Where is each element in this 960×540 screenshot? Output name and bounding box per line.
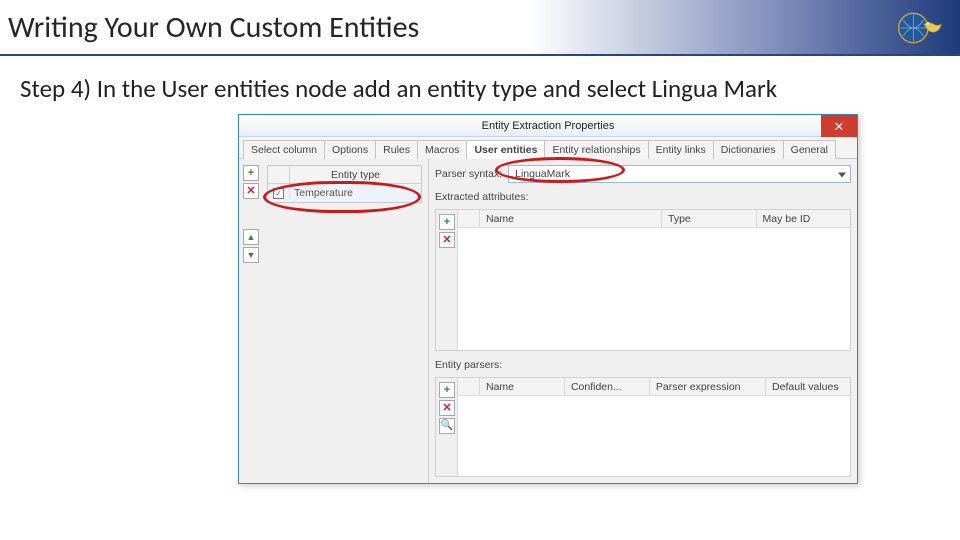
slide-title: Writing Your Own Custom Entities [8, 9, 419, 46]
move-down-button[interactable]: ▼ [243, 247, 259, 263]
tab-rules[interactable]: Rules [375, 140, 418, 159]
entity-type-table: Entity type ✓ Temperature [267, 165, 422, 203]
remove-entity-type-button[interactable]: ✕ [243, 183, 259, 199]
tab-entity-relationships[interactable]: Entity relationships [544, 140, 648, 159]
tab-entity-links[interactable]: Entity links [648, 140, 714, 159]
close-icon: ✕ [834, 120, 845, 133]
row-checkbox[interactable]: ✓ [273, 188, 284, 199]
close-button[interactable]: ✕ [821, 115, 857, 137]
parsers-grid-header: Name Confiden... Parser expression Defau… [458, 378, 850, 396]
extracted-attributes-label: Extracted attributes: [435, 191, 851, 203]
body-area: Step 4) In the User entities node add an… [0, 56, 960, 104]
arrow-down-icon: ▼ [247, 251, 256, 260]
right-panel: Parser syntax: LinguaMark Extracted attr… [429, 159, 857, 483]
remove-icon: ✕ [442, 235, 451, 246]
tab-label: Options [332, 144, 368, 156]
table-row[interactable]: ✓ Temperature [268, 184, 421, 202]
dialog-content: + ✕ ▲ ▼ Entity type ✓ Temperature [239, 159, 857, 483]
plus-icon: + [444, 217, 450, 228]
attr-col-type: Type [662, 210, 757, 227]
tab-label: Entity relationships [552, 144, 640, 156]
attr-col-blank [458, 210, 480, 227]
arrow-up-icon: ▲ [247, 233, 256, 242]
tab-label: Select column [251, 144, 317, 156]
step-text: Step 4) In the User entities node add an… [20, 74, 940, 104]
remove-parser-button[interactable]: ✕ [439, 400, 455, 416]
tab-label: General [791, 144, 828, 156]
magnify-icon: 🔍 [441, 421, 453, 431]
tab-label: User entities [474, 144, 537, 156]
attribute-button-column: + ✕ [436, 210, 458, 350]
parser-col-expression: Parser expression [650, 378, 766, 395]
parsers-grid: Name Confiden... Parser expression Defau… [458, 378, 850, 476]
parser-syntax-dropdown[interactable]: LinguaMark [508, 165, 851, 183]
remove-icon: ✕ [442, 403, 451, 414]
move-up-button[interactable]: ▲ [243, 229, 259, 245]
entity-parsers-panel: + ✕ 🔍 Name Confiden... Parser expression… [435, 377, 851, 477]
parser-syntax-value: LinguaMark [515, 168, 570, 180]
row-checkbox-cell: ✓ [268, 188, 290, 199]
entity-type-button-column: + ✕ ▲ ▼ [243, 165, 261, 263]
dialog-titlebar: Entity Extraction Properties ✕ [239, 115, 857, 137]
plus-icon: + [248, 168, 254, 179]
remove-attribute-button[interactable]: ✕ [439, 232, 455, 248]
checkbox-column-header [268, 166, 290, 183]
plus-icon: + [444, 385, 450, 396]
parsers-grid-body[interactable] [458, 396, 850, 476]
entity-type-column-header: Entity type [290, 166, 421, 183]
attr-col-name: Name [480, 210, 662, 227]
parser-col-defaults: Default values [766, 378, 850, 395]
parser-syntax-row: Parser syntax: LinguaMark [435, 165, 851, 183]
logo [890, 6, 950, 50]
tab-options[interactable]: Options [324, 140, 376, 159]
entity-extraction-dialog: Entity Extraction Properties ✕ Select co… [238, 114, 858, 484]
extracted-attributes-panel: + ✕ Name Type May be ID [435, 209, 851, 351]
attributes-grid-body[interactable] [458, 228, 850, 350]
tab-macros[interactable]: Macros [417, 140, 467, 159]
tab-user-entities[interactable]: User entities [466, 140, 545, 159]
tab-label: Rules [383, 144, 410, 156]
add-entity-type-button[interactable]: + [243, 165, 259, 181]
parser-col-blank [458, 378, 480, 395]
parser-syntax-label: Parser syntax: [435, 168, 502, 180]
inspect-parser-button[interactable]: 🔍 [439, 418, 455, 434]
parser-button-column: + ✕ 🔍 [436, 378, 458, 476]
tab-dictionaries[interactable]: Dictionaries [713, 140, 784, 159]
attributes-grid-header: Name Type May be ID [458, 210, 850, 228]
parser-col-confidence: Confiden... [565, 378, 650, 395]
entity-type-panel: + ✕ ▲ ▼ Entity type ✓ Temperature [239, 159, 429, 483]
dialog-title: Entity Extraction Properties [482, 120, 615, 132]
add-attribute-button[interactable]: + [439, 214, 455, 230]
remove-icon: ✕ [246, 186, 255, 197]
entity-type-name: Temperature [290, 187, 421, 199]
tab-general[interactable]: General [783, 140, 836, 159]
slide-title-bar: Writing Your Own Custom Entities [0, 0, 960, 56]
tab-select-column[interactable]: Select column [243, 140, 325, 159]
entity-type-table-header: Entity type [268, 166, 421, 184]
attributes-grid: Name Type May be ID [458, 210, 850, 350]
tab-label: Entity links [656, 144, 706, 156]
add-parser-button[interactable]: + [439, 382, 455, 398]
tab-label: Macros [425, 144, 459, 156]
tab-label: Dictionaries [721, 144, 776, 156]
parser-col-name: Name [480, 378, 565, 395]
attr-col-maybe-id: May be ID [757, 210, 851, 227]
tab-strip: Select column Options Rules Macros User … [239, 137, 857, 159]
entity-parsers-label: Entity parsers: [435, 359, 851, 371]
